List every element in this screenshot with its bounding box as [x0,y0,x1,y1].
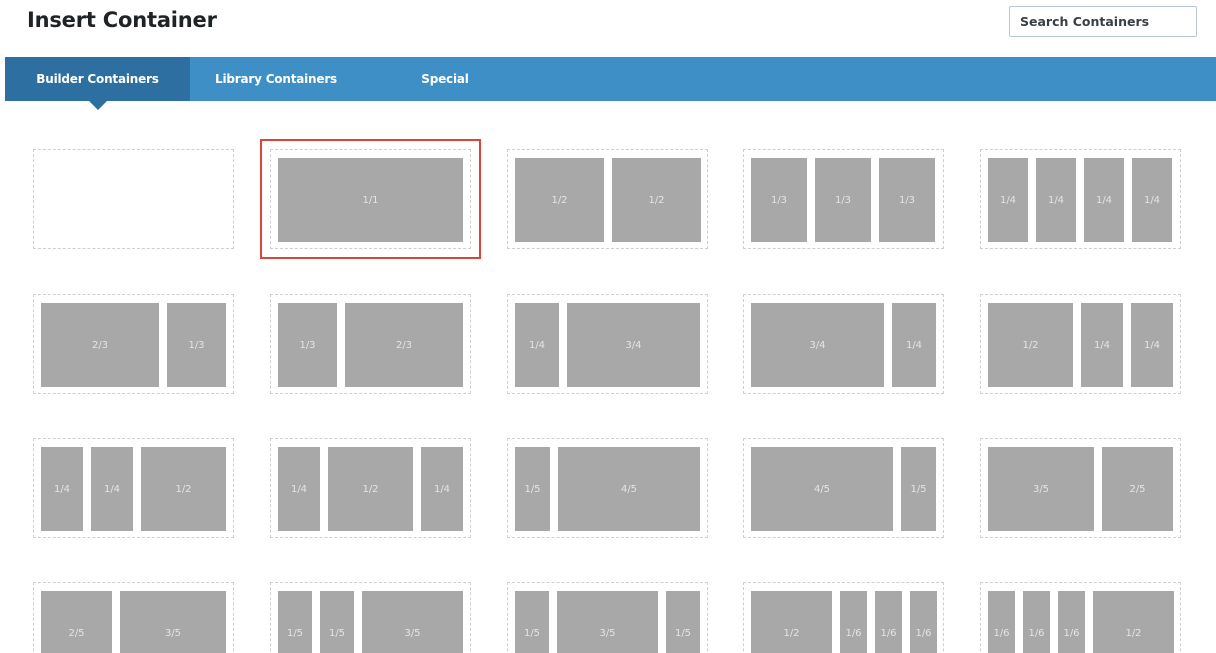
layout-column: 2/5 [1102,447,1173,531]
container-layout-option[interactable]: 1/2 1/4 1/4 [980,294,1181,394]
container-layout-option[interactable]: 1/2 1/6 1/6 1/6 [743,582,944,653]
container-layout-option[interactable]: 1/4 1/4 1/2 [33,438,234,538]
layout-column: 1/4 [41,447,83,531]
layout-column: 1/3 [167,303,226,387]
container-layout-grid: 1/1 1/2 1/2 1/3 1/3 1/3 1/4 1/4 1/4 1/4 2/3 1/3 1/3 2… [0,0,1216,653]
insert-container-page: Insert Container Builder Containers Libr… [0,0,1216,653]
container-layout-option[interactable]: 4/5 1/5 [743,438,944,538]
container-layout-option[interactable]: 1/2 1/2 [507,149,708,249]
layout-column: 1/2 [515,158,604,242]
container-layout-option[interactable]: 2/5 3/5 [33,582,234,653]
layout-column: 1/3 [815,158,871,242]
layout-column: 1/4 [892,303,936,387]
layout-column: 1/2 [751,591,832,653]
layout-column: 1/4 [1132,158,1172,242]
layout-column: 1/5 [901,447,936,531]
layout-column: 2/3 [41,303,159,387]
layout-column: 3/4 [567,303,700,387]
layout-column: 3/5 [120,591,226,653]
layout-column: 2/3 [345,303,463,387]
layout-column: 1/4 [1036,158,1076,242]
container-layout-option[interactable]: 1/4 1/4 1/4 1/4 [980,149,1181,249]
layout-column: 1/6 [1023,591,1050,653]
container-layout-option[interactable]: 1/3 2/3 [270,294,471,394]
container-layout-option[interactable]: 1/3 1/3 1/3 [743,149,944,249]
layout-column: 1/4 [988,158,1028,242]
container-layout-option[interactable]: 3/5 2/5 [980,438,1181,538]
layout-column: 1/6 [1058,591,1085,653]
layout-column: 1/4 [1131,303,1173,387]
layout-column: 2/5 [41,591,112,653]
layout-column: 1/6 [910,591,937,653]
layout-column: 1/6 [875,591,902,653]
layout-column: 3/5 [988,447,1094,531]
layout-column: 3/5 [557,591,658,653]
layout-column: 1/2 [1093,591,1174,653]
layout-column: 1/6 [988,591,1015,653]
container-layout-option[interactable]: 1/1 [260,139,481,259]
container-layout-option[interactable]: 1/6 1/6 1/6 1/2 [980,582,1181,653]
layout-column: 1/5 [515,591,549,653]
layout-column: 4/5 [751,447,893,531]
container-layout-option[interactable]: 1/4 1/2 1/4 [270,438,471,538]
container-layout-option[interactable] [33,149,234,249]
container-layout-option[interactable]: 1/4 3/4 [507,294,708,394]
layout-column: 1/1 [278,158,463,242]
container-layout-option[interactable]: 3/4 1/4 [743,294,944,394]
layout-column: 1/5 [666,591,700,653]
layout-column: 1/5 [278,591,312,653]
layout-column: 1/4 [278,447,320,531]
layout-column: 1/2 [328,447,413,531]
container-layout-option[interactable]: 1/5 1/5 3/5 [270,582,471,653]
layout-column: 1/5 [320,591,354,653]
layout-column: 3/5 [362,591,463,653]
layout-column: 1/2 [988,303,1073,387]
layout-column: 1/4 [421,447,463,531]
layout-column: 1/6 [840,591,867,653]
layout-column: 3/4 [751,303,884,387]
layout-column: 4/5 [558,447,700,531]
layout-column: 1/3 [879,158,935,242]
layout-column: 1/4 [91,447,133,531]
container-layout-option[interactable]: 1/5 3/5 1/5 [507,582,708,653]
layout-column: 1/3 [751,158,807,242]
layout-column: 1/2 [612,158,701,242]
container-layout-option[interactable]: 2/3 1/3 [33,294,234,394]
layout-column: 1/5 [515,447,550,531]
layout-column: 1/3 [278,303,337,387]
layout-column: 1/4 [515,303,559,387]
container-layout-option[interactable]: 1/5 4/5 [507,438,708,538]
layout-column: 1/4 [1084,158,1124,242]
layout-column: 1/2 [141,447,226,531]
layout-column: 1/4 [1081,303,1123,387]
